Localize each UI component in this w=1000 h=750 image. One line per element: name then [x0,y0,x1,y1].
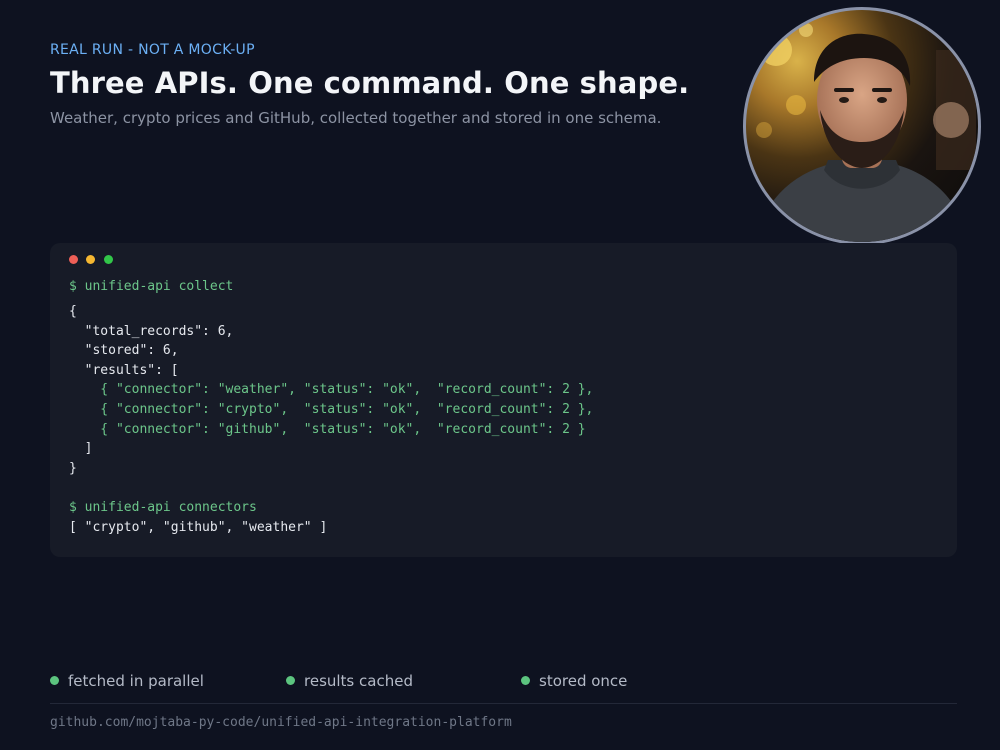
json-line: "results": [ [69,362,179,378]
feature-label: fetched in parallel [68,672,204,690]
terminal-command-connectors: $ unified-api connectors [69,500,257,515]
status-dot-icon [286,676,295,685]
profile-photo-icon [756,23,976,242]
window-close-dot [69,255,78,264]
eyebrow-label: REAL RUN - NOT A MOCK-UP [50,42,255,58]
terminal-output-connectors: [ "crypto", "github", "weather" ] [69,520,328,535]
window-minimize-dot [86,255,95,264]
terminal-output-collect: { "total_records": 6, "stored": 6, "resu… [69,302,593,478]
json-line: "total_records": 6, [69,323,234,339]
avatar [743,7,981,245]
page-subtitle: Weather, crypto prices and GitHub, colle… [50,109,662,127]
feature-item: fetched in parallel [50,672,204,690]
json-result-row-weather: { "connector": "weather", "status": "ok"… [69,382,594,398]
terminal-command-collect: $ unified-api collect [69,279,234,294]
feature-item: results cached [286,672,413,690]
feature-list: fetched in parallel results cached store… [0,672,1000,692]
feature-item: stored once [521,672,628,690]
feature-label: results cached [304,672,413,690]
feature-label: stored once [539,672,628,690]
window-maximize-dot [104,255,113,264]
footer-divider [50,703,957,704]
json-line: ] [69,441,93,457]
json-result-row-crypto: { "connector": "crypto", "status": "ok",… [69,401,594,417]
repo-link[interactable]: github.com/mojtaba-py-code/unified-api-i… [50,715,512,730]
status-dot-icon [50,676,59,685]
page-title: Three APIs. One command. One shape. [50,66,690,100]
json-line: } [69,460,77,476]
status-dot-icon [521,676,530,685]
json-line: "stored": 6, [69,343,179,359]
json-result-row-github: { "connector": "github", "status": "ok",… [69,421,586,437]
json-line: { [69,304,77,319]
